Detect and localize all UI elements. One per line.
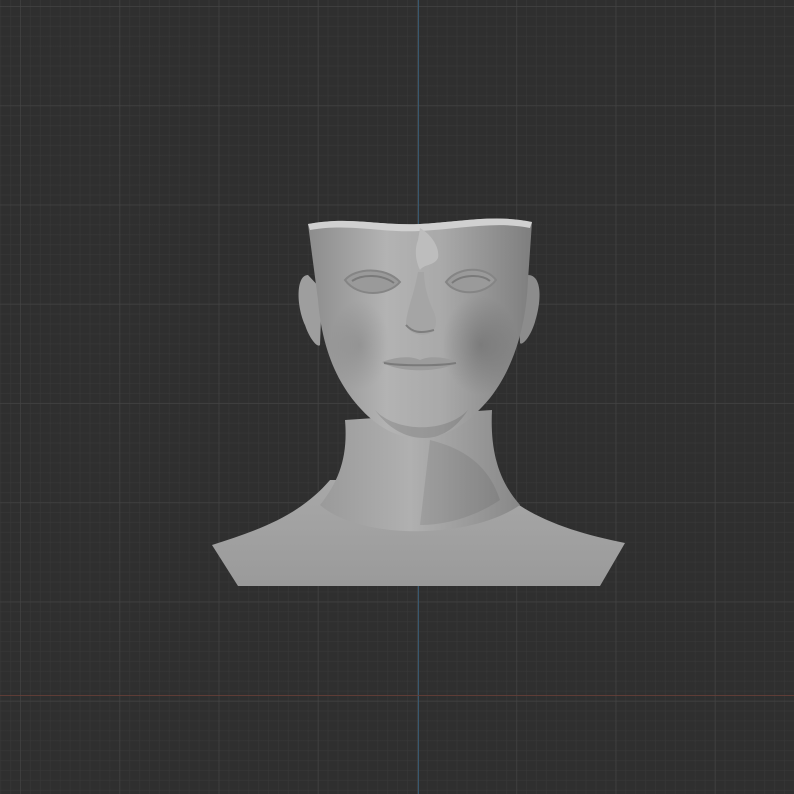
- 3d-viewport[interactable]: [0, 0, 794, 794]
- left-cheek-shade: [330, 300, 390, 390]
- right-cheek-shade: [442, 295, 518, 395]
- head-bust-mesh[interactable]: [0, 0, 794, 794]
